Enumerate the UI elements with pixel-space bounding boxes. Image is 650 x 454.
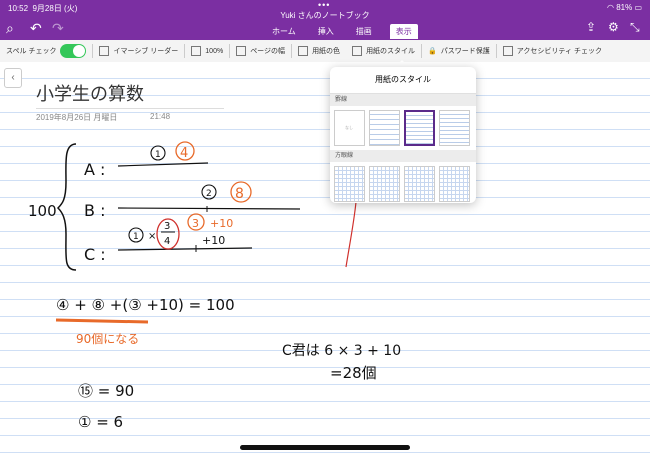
- paper-style-button[interactable]: 用紙のスタイル: [346, 46, 421, 56]
- paper-style-icon: [352, 46, 363, 56]
- ink-90-note: 90個になる: [76, 332, 139, 346]
- ink-one: ① = 6: [78, 413, 123, 431]
- ink-plus10: +10: [202, 234, 225, 247]
- paper-option-blank[interactable]: なし: [334, 110, 365, 146]
- spell-check-label: スペル チェック: [6, 48, 57, 55]
- collapse-icon[interactable]: ⤡: [630, 20, 640, 35]
- tab-insert[interactable]: 挿入: [314, 24, 338, 39]
- ribbon-tabs: ホーム 挿入 描画 表示: [268, 24, 418, 39]
- tab-draw[interactable]: 描画: [352, 24, 376, 39]
- segment-A: [117, 162, 209, 167]
- section-grid: 方眼線: [330, 150, 476, 162]
- ink-plus10-orange: +10: [210, 217, 233, 230]
- accessibility-label: アクセシビリティ チェック: [516, 48, 602, 55]
- paper-style-popover: 用紙のスタイル 罫線 なし 方眼線: [330, 67, 476, 203]
- ink-B: B :: [84, 201, 105, 220]
- zoom-button[interactable]: 100%: [185, 46, 229, 56]
- paper-option-wide-ruled[interactable]: [439, 110, 470, 146]
- zoom-label: 100%: [205, 47, 224, 55]
- multitask-dots[interactable]: •••: [318, 0, 330, 10]
- paper-color-icon: [298, 46, 309, 56]
- ink-100: 100: [28, 202, 57, 220]
- password-label: パスワード保護: [440, 48, 490, 55]
- ink-equation: ④ + ⑧ +(③ +10) = 100: [56, 296, 235, 314]
- accessibility-button[interactable]: アクセシビリティ チェック: [497, 46, 608, 56]
- redo-icon[interactable]: ↷: [52, 20, 64, 37]
- popover-title: 用紙のスタイル: [330, 67, 476, 94]
- ink-4-A: 4: [180, 146, 188, 161]
- ink-1-C: 1: [133, 232, 139, 242]
- handwriting-canvas[interactable]: 100 A : 1 4 B : 2 8 C : 1 × 3 4 3 +10 +1…: [0, 62, 650, 454]
- ink-frac-den: 4: [164, 236, 170, 247]
- paper-option-xlarge-grid[interactable]: [439, 166, 470, 202]
- ink-frac-num: 3: [164, 221, 170, 232]
- paper-option-small-grid[interactable]: [334, 166, 365, 202]
- view-ribbon: スペル チェック イマーシブ リーダー 100% ページの幅 用紙の色 用紙のス…: [0, 40, 650, 63]
- paper-color-label: 用紙の色: [312, 48, 341, 55]
- note-page[interactable]: ‹ 小学生の算数 2019年8月26日 月曜日 21:48 100 A : 1 …: [0, 60, 650, 454]
- share-icon[interactable]: ⇪: [586, 20, 596, 34]
- paper-option-medium-grid[interactable]: [369, 166, 400, 202]
- paper-style-label: 用紙のスタイル: [366, 48, 416, 55]
- grid-options: [330, 162, 476, 203]
- ink-C: C :: [84, 245, 106, 264]
- immersive-reader-button[interactable]: イマーシブ リーダー: [93, 46, 184, 56]
- undo-icon[interactable]: ↶: [30, 20, 42, 37]
- ruled-options: なし: [330, 106, 476, 150]
- password-button[interactable]: 🔒 パスワード保護: [422, 46, 496, 56]
- window-title: Yuki さんのノートブック: [280, 11, 370, 20]
- immersive-reader-icon: [99, 46, 110, 56]
- paper-option-large-grid[interactable]: [404, 166, 435, 202]
- ink-3-C: 3: [192, 217, 199, 230]
- page-width-button[interactable]: ページの幅: [230, 46, 291, 56]
- ink-A: A :: [84, 160, 105, 179]
- spell-check-control[interactable]: スペル チェック: [0, 44, 92, 58]
- home-indicator: [240, 445, 410, 450]
- paper-option-college-ruled[interactable]: [404, 110, 435, 146]
- page-width-icon: [236, 46, 247, 56]
- immersive-reader-label: イマーシブ リーダー: [113, 48, 179, 55]
- brace-stroke: [56, 143, 77, 271]
- zoom-icon: [191, 46, 202, 56]
- popover-arrow: [395, 60, 409, 67]
- lock-icon: 🔒: [428, 48, 437, 55]
- ink-times: ×: [148, 231, 156, 242]
- paper-color-button[interactable]: 用紙の色: [292, 46, 346, 56]
- page-width-label: ページの幅: [250, 48, 286, 55]
- ink-8-B: 8: [235, 186, 244, 202]
- ink-1-A: 1: [155, 150, 161, 160]
- segment-B: [117, 207, 301, 210]
- ink-c-result: =28個: [330, 364, 377, 382]
- accessibility-icon: [502, 46, 513, 56]
- spell-check-toggle[interactable]: [60, 44, 87, 58]
- paper-option-narrow-ruled[interactable]: [369, 110, 400, 146]
- ink-c-note: C君は 6 × 3 + 10: [282, 343, 401, 359]
- app-top-bar: 10:52 9月28日 (火) ••• ◠ 81% ▭ Yuki さんのノートブ…: [0, 0, 650, 40]
- segment-C: [117, 247, 253, 251]
- search-icon[interactable]: ⌕: [6, 20, 14, 37]
- tab-view[interactable]: 表示: [389, 24, 418, 39]
- orange-underline: [55, 318, 149, 324]
- section-ruled: 罫線: [330, 94, 476, 106]
- gear-icon[interactable]: ⚙: [608, 20, 619, 34]
- tab-home[interactable]: ホーム: [268, 24, 300, 39]
- red-stroke: [345, 201, 357, 268]
- ink-2-B: 2: [206, 189, 212, 199]
- blank-label: なし: [345, 125, 353, 130]
- ink-fifteen: ⑮ = 90: [78, 382, 134, 400]
